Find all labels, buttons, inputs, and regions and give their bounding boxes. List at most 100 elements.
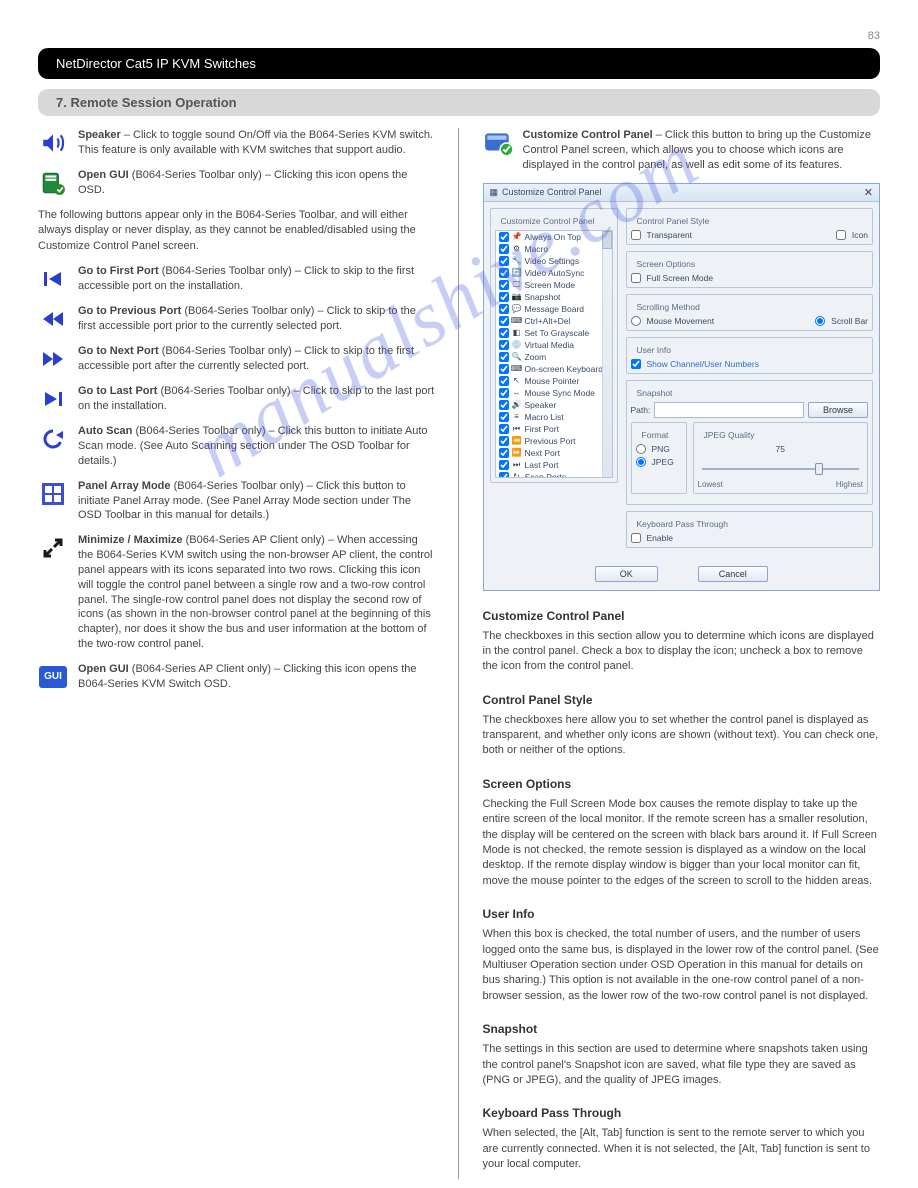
chk-scan-ports[interactable]: [499, 472, 509, 478]
chk-fullscreen-wrap[interactable]: Full Screen Mode: [631, 273, 869, 283]
chk-macro-list[interactable]: [499, 412, 509, 422]
chk-transparent[interactable]: [631, 230, 641, 240]
chk-label: Last Port: [525, 460, 559, 470]
chk-show-channel-user[interactable]: [631, 359, 641, 369]
chk-kbpass-wrap[interactable]: Enable: [631, 533, 869, 543]
browse-button[interactable]: Browse: [808, 402, 868, 418]
scrolling-legend: Scrolling Method: [634, 302, 703, 312]
radio-jpeg-wrap[interactable]: JPEG: [636, 457, 682, 467]
chk-virtual-media[interactable]: [499, 340, 509, 350]
gui-icon: GUI: [38, 662, 68, 692]
item-title: Customize Control Panel: [523, 129, 653, 141]
chk-icon[interactable]: [836, 230, 846, 240]
chk-zoom[interactable]: [499, 352, 509, 362]
jpeg-quality-slider[interactable]: [702, 458, 860, 478]
chk-mouse-pointer[interactable]: [499, 376, 509, 386]
chk-grayscale[interactable]: [499, 328, 509, 338]
chk-always-on-top[interactable]: [499, 232, 509, 242]
chk-label: Scan Ports: [525, 472, 567, 478]
open-gui-icon: [38, 168, 68, 198]
item-panel-array: Panel Array Mode (B064-Series Toolbar on…: [38, 479, 436, 524]
chk-label: Macro: [525, 244, 549, 254]
auto-scan-icon: [38, 424, 68, 454]
item-open-gui-ap: GUI Open GUI (B064-Series AP Client only…: [38, 662, 436, 692]
chk-label: Mouse Sync Mode: [525, 388, 595, 398]
chk-prev-port[interactable]: [499, 436, 509, 446]
chk-osk[interactable]: [499, 364, 509, 374]
chk-label: Next Port: [525, 448, 560, 458]
previous-port-icon: [38, 304, 68, 334]
chk-label: First Port: [525, 424, 559, 434]
radio-png-wrap[interactable]: PNG: [636, 444, 682, 454]
item-auto-scan: Auto Scan (B064-Series Toolbar only) – C…: [38, 424, 436, 469]
item-customize-cp: Customize Control Panel – Click this but…: [483, 128, 881, 173]
radio-jpeg[interactable]: [636, 457, 646, 467]
chk-first-port[interactable]: [499, 424, 509, 434]
chk-label: Virtual Media: [525, 340, 574, 350]
radio-png[interactable]: [636, 444, 646, 454]
chk-label: On-screen Keyboard: [525, 364, 603, 374]
item-title: Open GUI: [78, 663, 129, 675]
chk-label: Screen Mode: [525, 280, 576, 290]
chk-label: Always On Top: [525, 232, 582, 242]
chk-mouse-sync[interactable]: [499, 388, 509, 398]
slider-highest-label: Highest: [836, 480, 863, 489]
radio-mousemove-wrap[interactable]: Mouse Movement: [631, 316, 715, 326]
chk-speaker[interactable]: [499, 400, 509, 410]
cancel-button[interactable]: Cancel: [698, 566, 768, 582]
chk-transparent-wrap[interactable]: Transparent: [631, 230, 693, 240]
screen-options-legend: Screen Options: [634, 259, 699, 269]
dialog-title-bar: ▦ Customize Control Panel ✕: [484, 184, 880, 202]
chk-kbpass-enable[interactable]: [631, 533, 641, 543]
item-title: Go to Next Port: [78, 345, 159, 357]
speaker-icon: [38, 128, 68, 158]
close-icon[interactable]: ✕: [864, 186, 873, 199]
path-input[interactable]: [654, 402, 804, 418]
radio-label: JPEG: [652, 457, 674, 467]
right-column: Customize Control Panel – Click this but…: [483, 128, 881, 1179]
chk-snapshot[interactable]: [499, 292, 509, 302]
item-title: Go to Previous Port: [78, 305, 181, 317]
chk-next-port[interactable]: [499, 448, 509, 458]
chk-macro[interactable]: [499, 244, 509, 254]
para-heading: Control Panel Style: [483, 693, 881, 707]
jpeg-quality-value: 75: [698, 444, 864, 454]
item-title: Auto Scan: [78, 425, 132, 437]
chk-label: Speaker: [525, 400, 557, 410]
chk-label: Message Board: [525, 304, 585, 314]
path-label: Path:: [631, 405, 651, 415]
para-body: The checkboxes here allow you to set whe…: [483, 713, 881, 759]
slider-lowest-label: Lowest: [698, 480, 723, 489]
chk-label: Previous Port: [525, 436, 576, 446]
chk-label: Full Screen Mode: [647, 273, 714, 283]
radio-mouse-movement[interactable]: [631, 316, 641, 326]
para-body: The settings in this section are used to…: [483, 1042, 881, 1088]
radio-scroll-bar[interactable]: [815, 316, 825, 326]
item-minmax: Minimize / Maximize (B064-Series AP Clie…: [38, 533, 436, 652]
chk-userinfo-wrap[interactable]: Show Channel/User Numbers: [631, 359, 869, 369]
chk-message-board[interactable]: [499, 304, 509, 314]
para-heading: Screen Options: [483, 777, 881, 791]
item-title: Open GUI: [78, 169, 129, 181]
chk-label: Set To Grayscale: [525, 328, 590, 338]
para-body: When selected, the [Alt, Tab] function i…: [483, 1126, 881, 1172]
chk-label: Mouse Pointer: [525, 376, 580, 386]
chk-last-port[interactable]: [499, 460, 509, 470]
chk-video-settings[interactable]: [499, 256, 509, 266]
next-port-icon: [38, 344, 68, 374]
scrollbar[interactable]: [602, 231, 612, 477]
customize-control-panel-dialog: ▦ Customize Control Panel ✕ Customize Co…: [483, 183, 881, 591]
ok-button[interactable]: OK: [595, 566, 658, 582]
radio-scrollbar-wrap[interactable]: Scroll Bar: [815, 316, 868, 326]
chk-ctrl-alt-del[interactable]: [499, 316, 509, 326]
chk-label: Enable: [647, 533, 673, 543]
chk-icon-wrap[interactable]: Icon: [836, 230, 868, 240]
chk-label: Macro List: [525, 412, 564, 422]
chk-screen-mode[interactable]: [499, 280, 509, 290]
kbpass-legend: Keyboard Pass Through: [634, 519, 732, 529]
chk-video-autosync[interactable]: [499, 268, 509, 278]
chk-fullscreen[interactable]: [631, 273, 641, 283]
item-desc: – Click to toggle sound On/Off via the B…: [78, 129, 433, 156]
panel-array-icon: [38, 479, 68, 509]
para-heading: Keyboard Pass Through: [483, 1106, 881, 1120]
